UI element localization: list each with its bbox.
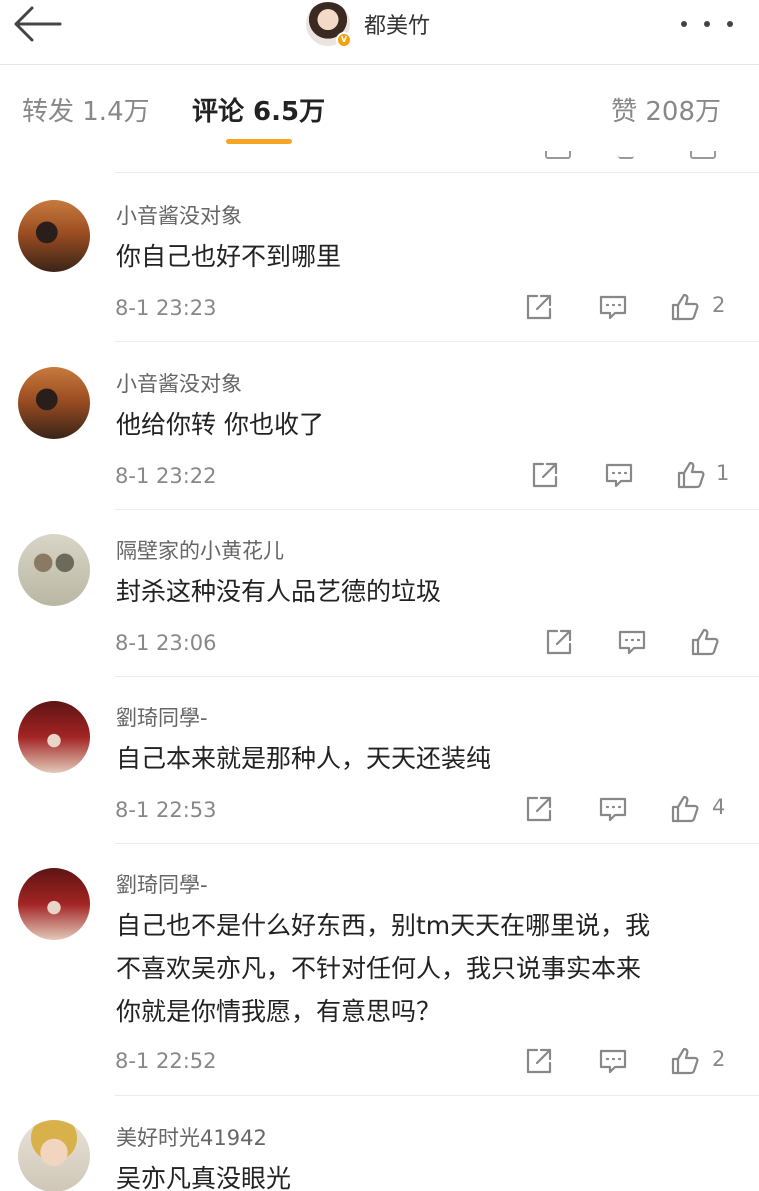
reply-icon[interactable] bbox=[597, 1045, 633, 1081]
avatar[interactable] bbox=[18, 701, 90, 773]
comment-text: 你自己也好不到哪里 bbox=[116, 235, 736, 278]
separator bbox=[115, 341, 759, 342]
comment-username[interactable]: 小音酱没对象 bbox=[116, 200, 242, 230]
separator bbox=[115, 1095, 759, 1096]
reply-icon[interactable] bbox=[597, 291, 633, 327]
active-tab-indicator bbox=[226, 139, 292, 144]
reply-icon[interactable] bbox=[597, 793, 633, 829]
like-count: 2 bbox=[712, 293, 726, 317]
author-avatar[interactable]: V bbox=[306, 2, 352, 48]
reply-icon[interactable] bbox=[618, 151, 634, 159]
comment-text: 吴亦凡真没眼光 bbox=[116, 1157, 736, 1191]
comment-actions: 2 bbox=[0, 291, 759, 327]
like-icon[interactable] bbox=[669, 291, 705, 327]
post-author[interactable]: V 都美竹 bbox=[306, 2, 430, 48]
share-icon[interactable] bbox=[523, 1045, 559, 1081]
comment-actions: 4 bbox=[0, 793, 759, 829]
back-arrow-icon[interactable] bbox=[10, 4, 64, 44]
avatar[interactable] bbox=[18, 1120, 90, 1191]
reply-icon[interactable] bbox=[603, 459, 639, 495]
separator bbox=[115, 172, 759, 173]
like-icon[interactable] bbox=[669, 793, 705, 829]
comment-text: 自己也不是什么好东西，别tm天天在哪里说，我 不喜欢吴亦凡，不针对任何人，我只说… bbox=[116, 904, 736, 1033]
author-name[interactable]: 都美竹 bbox=[364, 8, 430, 40]
share-icon[interactable] bbox=[545, 151, 571, 159]
separator bbox=[115, 843, 759, 844]
avatar[interactable] bbox=[18, 534, 90, 606]
comment-text: 他给你转 你也收了 bbox=[116, 403, 736, 446]
comment-text-line: 吴亦凡真没眼光 bbox=[116, 1164, 292, 1191]
avatar[interactable] bbox=[18, 367, 90, 439]
top-bar: V 都美竹 bbox=[0, 0, 759, 64]
share-icon[interactable] bbox=[529, 459, 565, 495]
comment-text-line: 他给你转 你也收了 bbox=[116, 410, 324, 439]
tab-bar: 转发 1.4万 评论 6.5万 赞 208万 bbox=[0, 65, 759, 151]
comment-text-line: 不喜欢吴亦凡，不针对任何人，我只说事实本来 bbox=[116, 954, 642, 983]
like-icon[interactable] bbox=[669, 1045, 705, 1081]
comment-text-line: 自己本来就是那种人，天天还装纯 bbox=[116, 744, 492, 773]
like-count: 4 bbox=[712, 795, 726, 819]
comment-actions: 2 bbox=[0, 1045, 759, 1081]
avatar[interactable] bbox=[18, 868, 90, 940]
tab-likes[interactable]: 赞 208万 bbox=[611, 91, 721, 128]
comment-actions bbox=[0, 626, 759, 662]
comment-text-line: 封杀这种没有人品艺德的垃圾 bbox=[116, 577, 442, 606]
reply-icon[interactable] bbox=[616, 626, 652, 662]
like-count: 1 bbox=[716, 461, 730, 485]
like-count: 2 bbox=[712, 1047, 726, 1071]
share-icon[interactable] bbox=[523, 291, 559, 327]
like-icon[interactable] bbox=[675, 459, 711, 495]
more-dots-icon[interactable] bbox=[681, 12, 733, 36]
comment-username[interactable]: 劉琦同學- bbox=[116, 869, 208, 899]
comment-username[interactable]: 小音酱没对象 bbox=[116, 368, 242, 398]
comment-text-line: 自己也不是什么好东西，别tm天天在哪里说，我 bbox=[116, 911, 651, 940]
share-icon[interactable] bbox=[543, 626, 579, 662]
comment-actions: 1 bbox=[0, 459, 759, 495]
comment-text-line: 你自己也好不到哪里 bbox=[116, 242, 342, 271]
separator bbox=[115, 676, 759, 677]
verified-badge-icon: V bbox=[336, 32, 352, 48]
avatar[interactable] bbox=[18, 200, 90, 272]
tab-reposts[interactable]: 转发 1.4万 bbox=[22, 91, 150, 128]
comment-text: 自己本来就是那种人，天天还装纯 bbox=[116, 737, 736, 780]
comment-username[interactable]: 隔壁家的小黄花儿 bbox=[116, 535, 284, 565]
comment-text-line: 你就是你情我愿，有意思吗？ bbox=[116, 997, 442, 1026]
like-icon[interactable] bbox=[689, 626, 725, 662]
separator bbox=[115, 509, 759, 510]
like-icon[interactable] bbox=[690, 151, 716, 159]
comment-username[interactable]: 美好时光41942 bbox=[116, 1122, 267, 1152]
partial-comment-actions bbox=[0, 151, 759, 173]
tab-comments[interactable]: 评论 6.5万 bbox=[192, 91, 325, 128]
share-icon[interactable] bbox=[523, 793, 559, 829]
comment-text: 封杀这种没有人品艺德的垃圾 bbox=[116, 570, 736, 613]
comment-username[interactable]: 劉琦同學- bbox=[116, 702, 208, 732]
